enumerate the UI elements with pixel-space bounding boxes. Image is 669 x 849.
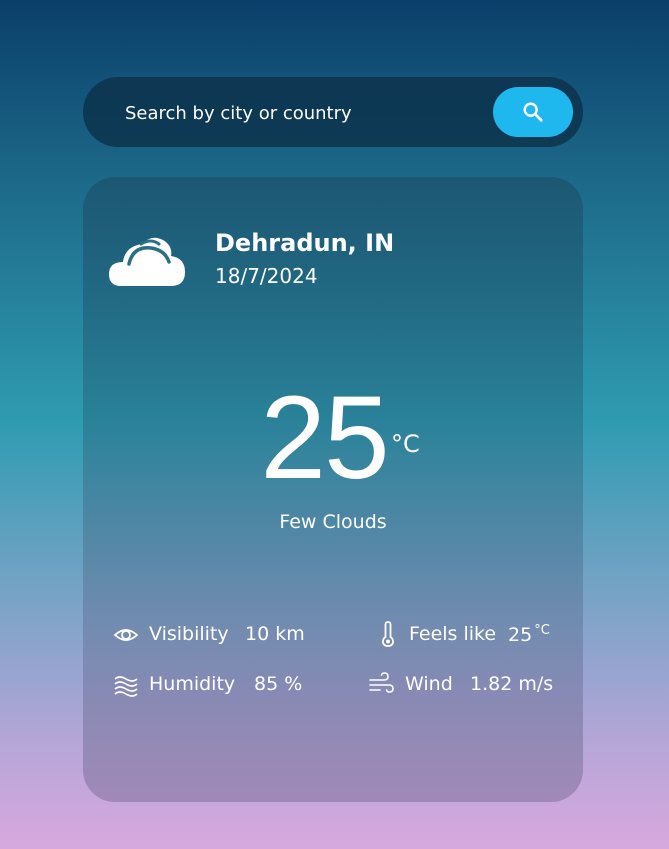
feels-like-value: 25 °C — [508, 623, 550, 646]
search-icon — [523, 102, 543, 122]
thermometer-icon — [382, 621, 394, 647]
weather-date: 18/7/2024 — [215, 264, 318, 288]
wind-value: 1.82 m/s — [470, 673, 554, 695]
feels-like-number: 25 — [508, 624, 533, 646]
search-bar — [83, 77, 583, 147]
feels-like-label: Feels like — [409, 623, 497, 645]
wind-icon — [369, 672, 394, 693]
weather-condition: Few Clouds — [279, 511, 387, 533]
feels-like-unit: °C — [534, 623, 550, 638]
search-input[interactable] — [123, 97, 487, 129]
weather-card: Dehradun, IN 18/7/2024 25 °C Few Clouds … — [83, 177, 583, 802]
eye-icon — [113, 629, 139, 641]
humidity-waves-icon — [114, 676, 138, 697]
city-name: Dehradun, IN — [215, 229, 395, 257]
wind-label: Wind — [405, 673, 453, 695]
visibility-label: Visibility — [149, 623, 229, 645]
humidity-label: Humidity — [149, 673, 236, 695]
search-button[interactable] — [493, 87, 573, 137]
visibility-value: 10 km — [245, 623, 305, 645]
cloud-icon — [109, 237, 185, 286]
temperature-unit: °C — [391, 430, 420, 458]
temperature-value: 25 — [260, 372, 389, 504]
humidity-value: 85 % — [254, 673, 303, 695]
